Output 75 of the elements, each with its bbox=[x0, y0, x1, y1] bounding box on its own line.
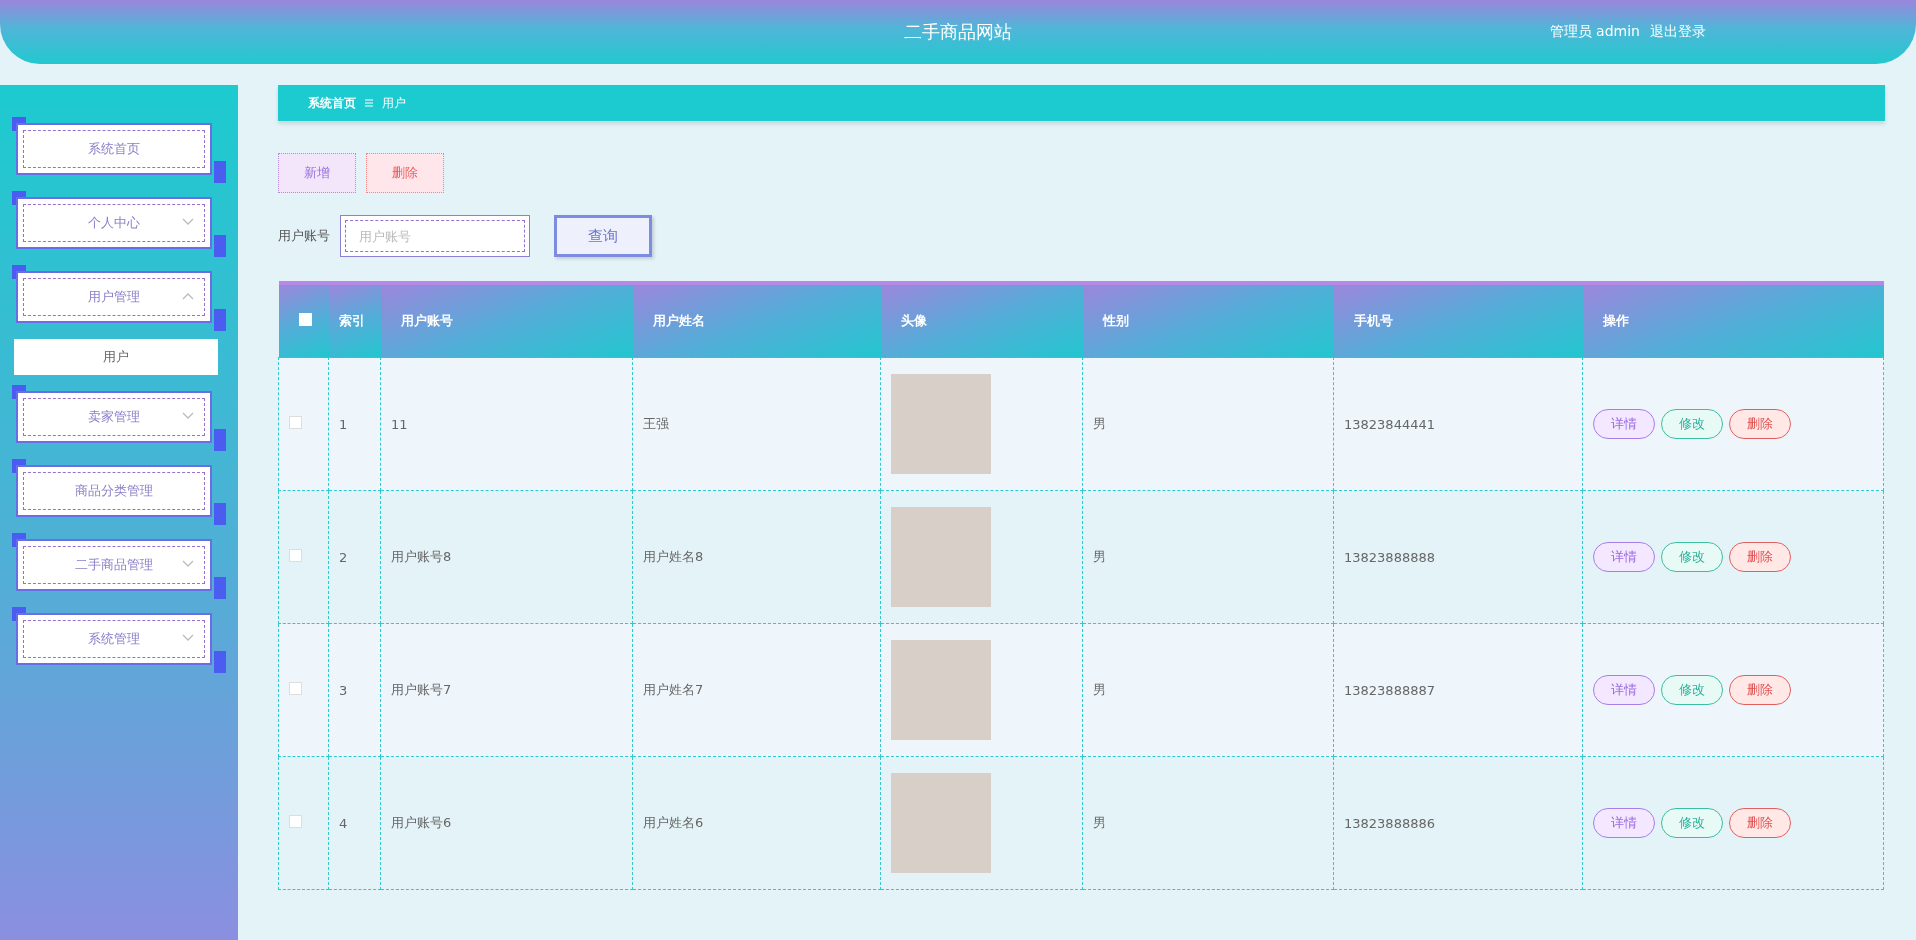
table-cell: 13823888887 bbox=[1333, 623, 1583, 757]
edit-button[interactable]: 修改 bbox=[1661, 542, 1723, 572]
table-cell: 3 bbox=[328, 623, 381, 757]
column-header: 索引 bbox=[328, 283, 381, 358]
breadcrumb-link[interactable]: 用户 bbox=[382, 94, 406, 112]
delete-button[interactable]: 删除 bbox=[1729, 675, 1791, 705]
site-title: 二手商品网站 bbox=[904, 20, 1012, 44]
breadcrumb-link[interactable]: 系统首页 bbox=[308, 94, 356, 112]
select-all-checkbox[interactable] bbox=[298, 313, 312, 326]
table-cell: 用户姓名6 bbox=[632, 756, 881, 890]
edit-button[interactable]: 修改 bbox=[1661, 409, 1723, 439]
submenu-item[interactable]: 用户 bbox=[14, 339, 218, 375]
delete-button[interactable]: 删除 bbox=[1729, 409, 1791, 439]
column-header: 性别 bbox=[1082, 283, 1334, 358]
logout-link[interactable]: 退出登录 bbox=[1650, 23, 1706, 41]
corner-accent bbox=[214, 235, 226, 257]
delete-button[interactable]: 删除 bbox=[366, 153, 444, 193]
chevron-up-icon bbox=[182, 292, 194, 300]
detail-button[interactable]: 详情 bbox=[1593, 542, 1655, 572]
table-cell: 用户账号6 bbox=[380, 756, 633, 890]
chevron-down-icon bbox=[182, 412, 194, 420]
detail-button[interactable]: 详情 bbox=[1593, 808, 1655, 838]
table-cell: 男 bbox=[1082, 357, 1334, 491]
table-cell: 男 bbox=[1082, 490, 1334, 624]
delete-button[interactable]: 删除 bbox=[1729, 808, 1791, 838]
table-cell: 王强 bbox=[632, 357, 881, 491]
column-header: 用户姓名 bbox=[632, 283, 881, 358]
corner-accent bbox=[214, 429, 226, 451]
add-button[interactable]: 新增 bbox=[278, 153, 356, 193]
row-checkbox[interactable] bbox=[289, 416, 302, 429]
table-cell: 用户账号7 bbox=[380, 623, 633, 757]
menu-item[interactable]: 商品分类管理 bbox=[16, 465, 212, 517]
corner-accent bbox=[214, 161, 226, 183]
menu-item[interactable]: 系统首页 bbox=[16, 123, 212, 175]
edit-button[interactable]: 修改 bbox=[1661, 808, 1723, 838]
chevron-down-icon bbox=[182, 634, 194, 642]
menu-item[interactable]: 卖家管理 bbox=[16, 391, 212, 443]
corner-accent bbox=[214, 309, 226, 331]
edit-button[interactable]: 修改 bbox=[1661, 675, 1723, 705]
corner-accent bbox=[214, 577, 226, 599]
table-cell: 用户账号8 bbox=[380, 490, 633, 624]
chevron-down-icon bbox=[182, 218, 194, 226]
detail-button[interactable]: 详情 bbox=[1593, 675, 1655, 705]
table-cell: 13823888888 bbox=[1333, 490, 1583, 624]
table-cell: 用户姓名7 bbox=[632, 623, 881, 757]
menu-item[interactable]: 二手商品管理 bbox=[16, 539, 212, 591]
list-icon bbox=[364, 98, 374, 108]
search-field[interactable]: 用户账号 bbox=[340, 215, 530, 257]
search-button[interactable]: 查询 bbox=[554, 215, 652, 257]
delete-button[interactable]: 删除 bbox=[1729, 542, 1791, 572]
column-header: 用户账号 bbox=[380, 283, 633, 358]
menu-item[interactable]: 系统管理 bbox=[16, 613, 212, 665]
row-checkbox[interactable] bbox=[289, 549, 302, 562]
detail-button[interactable]: 详情 bbox=[1593, 409, 1655, 439]
search-label: 用户账号 bbox=[278, 227, 330, 245]
admin-label: 管理员 admin bbox=[1549, 23, 1640, 41]
table-cell: 4 bbox=[328, 756, 381, 890]
menu-item[interactable]: 个人中心 bbox=[16, 197, 212, 249]
chevron-down-icon bbox=[182, 560, 194, 568]
table-cell: 用户姓名8 bbox=[632, 490, 881, 624]
table-cell: 2 bbox=[328, 490, 381, 624]
table-cell: 男 bbox=[1082, 756, 1334, 890]
menu-item[interactable]: 用户管理 bbox=[16, 271, 212, 323]
table-cell: 11 bbox=[380, 357, 633, 491]
table-cell: 13823844441 bbox=[1333, 357, 1583, 491]
table-cell: 13823888886 bbox=[1333, 756, 1583, 890]
table-cell: 男 bbox=[1082, 623, 1334, 757]
table-cell: 1 bbox=[328, 357, 381, 491]
corner-accent bbox=[214, 651, 226, 673]
column-header: 操作 bbox=[1582, 283, 1884, 358]
column-header: 手机号 bbox=[1333, 283, 1583, 358]
row-checkbox[interactable] bbox=[289, 682, 302, 695]
column-header: 头像 bbox=[880, 283, 1083, 358]
corner-accent bbox=[214, 503, 226, 525]
row-checkbox[interactable] bbox=[289, 815, 302, 828]
